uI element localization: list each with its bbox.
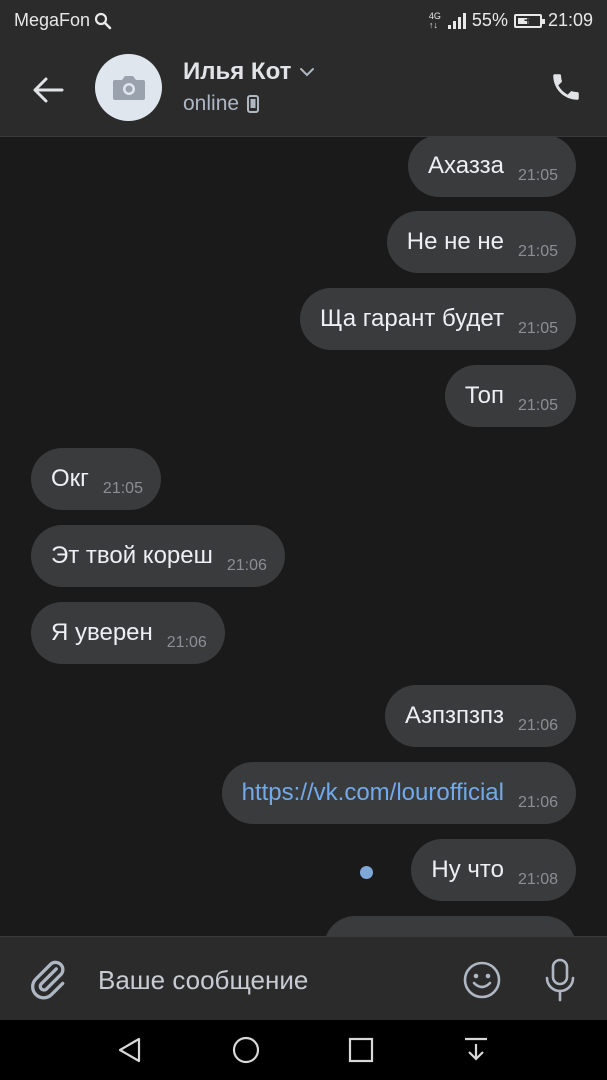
status-bar: MegaFon 4G ↑↓ 55% + 21:09 [0,0,607,42]
carrier-group: MegaFon [14,10,112,31]
message-time: 21:05 [517,167,558,184]
back-arrow-icon[interactable] [28,70,68,110]
system-navigation-bar [0,1020,607,1080]
search-icon [94,12,112,29]
message-text: Эт твой кореш [51,542,213,569]
chat-header: Илья Кот online [0,42,607,137]
message-bubble[interactable]: Ща гарант будет 21:05 [300,288,576,350]
phone-call-icon[interactable] [549,70,583,104]
message-time: 21:06 [517,717,558,734]
camera-icon [112,75,145,100]
message-bubble[interactable]: https://vk.com/lourofficial 21:06 [221,762,576,824]
avatar[interactable] [95,54,162,121]
message-text: Топ [464,382,504,409]
network-type-icon: 4G ↑↓ [428,11,441,30]
contact-name[interactable]: Илья Кот [183,58,315,86]
composer-bar [0,936,607,1021]
message-text: Окг [51,465,89,492]
nav-notifications-icon[interactable] [461,1035,491,1065]
message-bubble[interactable]: Окг 21:05 [31,448,161,510]
signal-icon [447,12,466,29]
message-bubble[interactable]: Не не не 21:05 [386,211,576,273]
status-right-group: 4G ↑↓ 55% + 21:09 [429,10,593,31]
message-bubble[interactable]: Я уверен 21:06 [31,602,225,664]
message-bubble[interactable]: Топ 21:05 [444,365,576,427]
message-text: Ахазза [428,152,504,179]
message-text: Ща гарант будет [320,305,504,332]
microphone-icon[interactable] [540,957,580,1003]
paperclip-icon[interactable] [26,957,70,1001]
nav-home-icon[interactable] [231,1035,261,1065]
message-bubble-partial[interactable] [324,916,576,936]
nav-recents-icon[interactable] [346,1035,376,1065]
message-text: Не не не [406,228,504,255]
unread-indicator-dot [360,866,373,879]
contact-status: online [183,92,260,116]
nav-back-icon[interactable] [115,1035,145,1065]
message-link[interactable]: https://vk.com/lourofficial [242,779,504,807]
message-bubble[interactable]: Эт твой кореш 21:06 [31,525,285,587]
message-time: 21:06 [166,634,207,651]
message-text: Ну что [431,856,504,883]
emoji-icon[interactable] [461,959,503,1001]
message-time: 21:05 [517,243,558,260]
message-time: 21:05 [102,480,143,497]
message-input[interactable] [96,957,440,1003]
battery-icon: + [513,12,545,28]
message-time: 21:08 [517,871,558,888]
message-text: Я уверен [51,619,153,646]
message-time: 21:06 [517,794,558,811]
message-bubble[interactable]: Ахазза 21:05 [408,136,576,197]
message-list[interactable]: Ахазза 21:05 Не не не 21:05 Ща гарант бу… [0,136,607,936]
carrier-name: MegaFon [14,10,91,30]
mobile-device-icon [247,95,260,113]
chevron-down-icon [300,68,315,77]
message-time: 21:05 [517,397,558,414]
message-bubble[interactable]: Азпзпзпз 21:06 [384,685,576,747]
contact-name-label: Илья Кот [183,58,292,85]
battery-percent: 55% [471,10,508,30]
network-activity-label: ↑↓ [428,19,438,30]
message-time: 21:05 [517,320,558,337]
message-text: Азпзпзпз [404,702,504,729]
message-bubble[interactable]: Ну что 21:08 [411,839,576,901]
message-time: 21:06 [226,557,267,574]
online-status-label: online [183,92,240,115]
clock: 21:09 [547,10,593,30]
